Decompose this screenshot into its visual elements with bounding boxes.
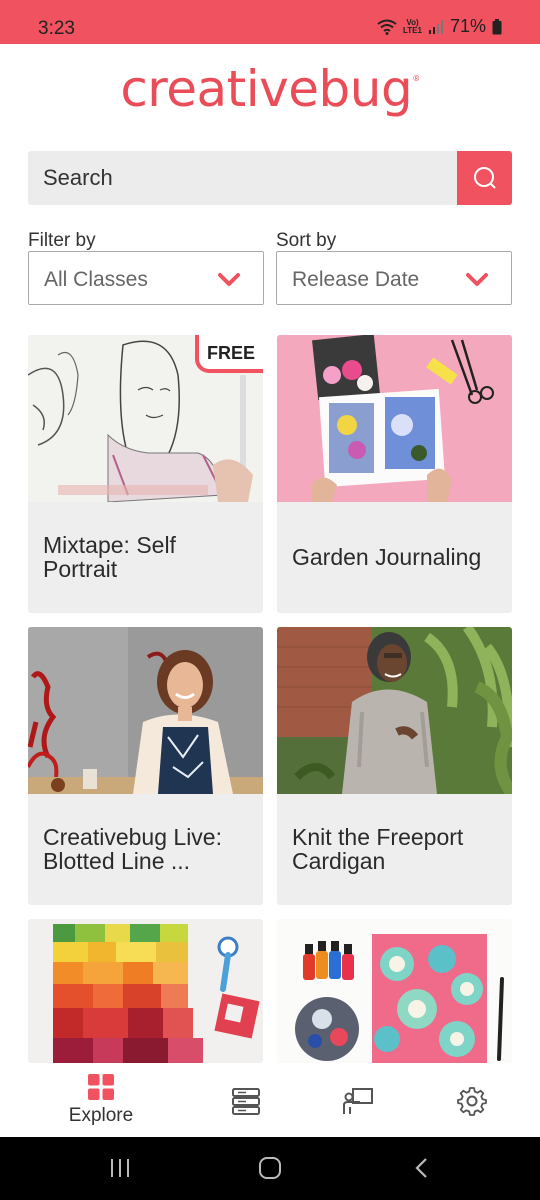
- sort-select[interactable]: Release Date: [276, 251, 512, 305]
- recent-apps-icon[interactable]: [108, 1157, 132, 1179]
- class-card[interactable]: [277, 919, 512, 1063]
- filter-label: Filter by: [28, 230, 96, 251]
- status-bar: 3:23 Vo) LTE1 71%: [0, 0, 540, 44]
- library-icon: [232, 1088, 260, 1115]
- class-thumbnail-garden-journaling: [277, 335, 512, 502]
- class-card-title: Mixtape: Self Portrait: [43, 532, 176, 582]
- class-card[interactable]: Garden Journaling: [277, 335, 512, 613]
- nav-library[interactable]: [201, 1063, 291, 1137]
- lte-indicator: Vo) LTE1: [403, 17, 422, 35]
- sort-value: Release Date: [292, 268, 420, 291]
- app-logo: creativebug®: [120, 60, 420, 118]
- search-button[interactable]: [457, 151, 512, 205]
- class-card-title: Creativebug Live: Blotted Line ...: [43, 824, 222, 874]
- search-input[interactable]: [28, 151, 457, 205]
- signal-icon: [428, 19, 443, 34]
- class-card-title: Knit the Freeport Cardigan: [292, 824, 464, 874]
- class-card[interactable]: Creativebug Live: Blotted Line ...: [28, 627, 263, 905]
- class-card[interactable]: FREE Mixtape: Self Portrait: [28, 335, 263, 613]
- battery-icon: [492, 18, 502, 34]
- class-thumbnail-blotted-line: [28, 627, 263, 794]
- class-card[interactable]: [28, 919, 263, 1063]
- class-thumbnail-quilt: [28, 919, 263, 1063]
- explore-grid-icon: [88, 1074, 114, 1100]
- class-card[interactable]: Knit the Freeport Cardigan: [277, 627, 512, 905]
- chevron-down-icon: [466, 273, 488, 286]
- class-thumbnail-freeport-cardigan: [277, 627, 512, 794]
- filter-select[interactable]: All Classes: [28, 251, 264, 305]
- system-nav-bar: [0, 1137, 540, 1200]
- search-icon: [473, 167, 496, 189]
- bottom-nav: Explore: [0, 1063, 540, 1137]
- free-badge: FREE: [195, 335, 263, 373]
- nav-explore-label: Explore: [68, 1105, 134, 1126]
- nav-settings[interactable]: [427, 1063, 517, 1137]
- back-icon[interactable]: [412, 1157, 432, 1179]
- teacher-board-icon: [343, 1088, 373, 1114]
- status-icons: Vo) LTE1 71%: [377, 16, 502, 37]
- gear-icon: [457, 1087, 487, 1116]
- class-thumbnail-marbling: [277, 919, 512, 1063]
- filter-value: All Classes: [44, 268, 148, 291]
- chevron-down-icon: [218, 273, 240, 286]
- status-time: 3:23: [38, 18, 75, 39]
- home-icon[interactable]: [258, 1157, 282, 1179]
- class-card-title: Garden Journaling: [292, 544, 482, 570]
- wifi-icon: [377, 19, 397, 35]
- battery-percent: 71%: [449, 16, 486, 36]
- sort-label: Sort by: [276, 230, 337, 251]
- nav-teacher[interactable]: [313, 1063, 403, 1137]
- search-bar: [28, 151, 512, 205]
- nav-explore[interactable]: Explore: [56, 1063, 146, 1137]
